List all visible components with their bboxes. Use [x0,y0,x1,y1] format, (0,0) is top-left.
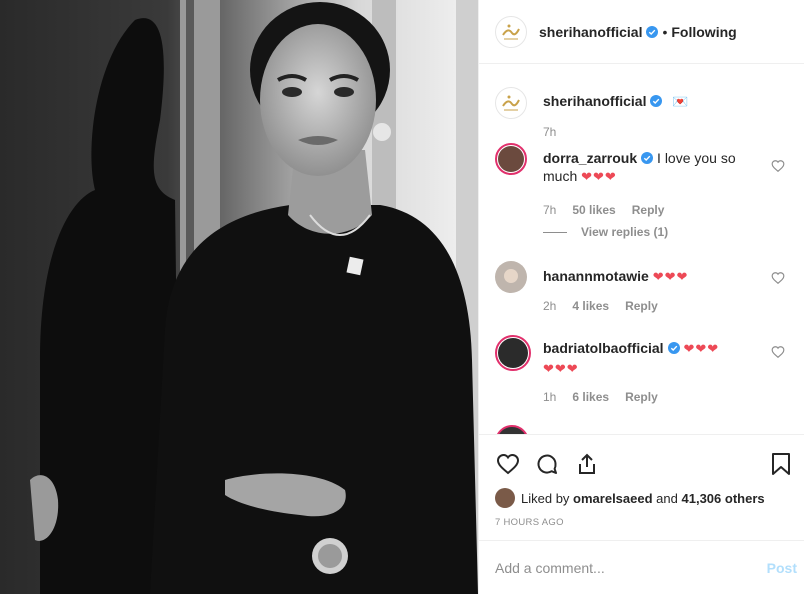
post-side-panel: sherihanofficial • Following sherihanoff… [478,0,804,594]
comment-text-cont: much [543,168,578,184]
avatar-photo [498,146,524,172]
comment-dorra: dorra_zarrouk I love you so much ❤❤❤ [495,143,743,187]
envelope-heart-emoji: 💌 [672,95,690,110]
commenter-avatar[interactable] [495,261,527,293]
comment-likes[interactable]: 4 likes [572,299,609,313]
comment-body: badriatolbaofficial ❤❤❤ ❤❤❤ [543,339,719,379]
view-replies-button[interactable]: View replies (1) [543,225,668,239]
like-comment-heart-icon[interactable] [771,271,785,285]
view-replies-label: View replies (1) [581,225,669,239]
post-image [0,0,478,594]
comment-time[interactable]: 2h [543,299,556,313]
liker-avatar[interactable] [495,488,515,508]
post-header: sherihanofficial • Following [479,0,804,64]
like-comment-heart-icon[interactable] [771,159,785,173]
comment-likes[interactable]: 50 likes [572,203,615,217]
liked-by-prefix: Liked by [521,490,570,506]
comment-body: dorra_zarrouk I love you so much ❤❤❤ [543,149,743,187]
comment-username[interactable]: badriatolbaofficial [543,340,664,356]
comment-time[interactable]: 7h [543,203,556,217]
like-comment-heart-icon[interactable] [771,345,785,359]
avatar-photo [495,488,515,508]
verified-badge-icon [646,25,659,38]
author-username[interactable]: sherihanofficial [539,24,642,40]
likes-summary: Liked by omarelsaeed and 41,306 others [495,488,765,508]
caption-body: sherihanofficial 💌 [543,93,690,119]
reply-button[interactable]: Reply [632,203,665,217]
comment-body: hanannmotawie ❤❤❤ [543,267,688,293]
caption-row: sherihanofficial 💌 [495,87,690,119]
share-icon[interactable] [575,452,599,476]
action-bar [495,450,791,480]
verified-badge-icon [650,95,663,107]
comment-input[interactable]: Add a comment... [495,560,767,576]
avatar-photo [498,338,528,368]
like-heart-icon[interactable] [495,452,521,476]
hearts-emoji: ❤❤❤ [581,170,617,185]
caption-avatar[interactable] [495,87,527,119]
following-button[interactable]: Following [671,24,736,40]
comment-bubble-icon[interactable] [535,452,559,476]
comment-meta: 7h 50 likes Reply [543,203,664,217]
commenter-avatar[interactable] [495,143,527,175]
caption-time[interactable]: 7h [543,125,556,139]
comment-text: I love you so [657,150,736,166]
author-avatar[interactable] [495,15,527,48]
instagram-post-modal: sherihanofficial • Following sherihanoff… [0,0,804,594]
comment-username[interactable]: dorra_zarrouk [543,150,637,166]
reply-button[interactable]: Reply [625,299,658,313]
sherihan-logo-icon [502,95,520,111]
commenter-avatar[interactable] [495,335,531,371]
commenter-avatar-partial[interactable] [495,425,529,434]
avatar-photo [504,269,518,283]
header-separator: • [662,23,668,40]
comment-meta: 2h 4 likes Reply [543,299,658,313]
verified-badge-icon [641,152,654,164]
comments-list[interactable]: sherihanofficial 💌 7h dorra_zarrouk I lo… [479,65,804,435]
comment-username[interactable]: hanannmotawie [543,268,649,284]
comment-hanan: hanannmotawie ❤❤❤ [495,261,688,293]
replies-divider [543,231,567,233]
sherihan-logo-icon [502,24,520,39]
liked-by-user[interactable]: omarelsaeed [573,491,653,506]
verified-badge-icon [667,342,680,354]
likes-count[interactable]: 41,306 others [682,491,765,506]
hearts-emoji: ❤❤❤ [683,342,720,357]
caption-username[interactable]: sherihanofficial [543,93,646,109]
comment-likes[interactable]: 6 likes [572,390,609,404]
comment-time[interactable]: 1h [543,390,556,404]
caption-meta: 7h [543,125,556,139]
save-bookmark-icon[interactable] [771,452,791,476]
reply-button[interactable]: Reply [625,390,658,404]
comment-badriatolba: badriatolbaofficial ❤❤❤ ❤❤❤ [495,335,719,379]
hearts-emoji: ❤❤❤ [652,270,689,285]
comment-meta: 1h 6 likes Reply [543,390,658,404]
post-timestamp[interactable]: 7 HOURS AGO [495,517,564,528]
add-comment-bar: Add a comment... Post [479,540,804,594]
hearts-emoji-cont: ❤❤❤ [543,362,579,377]
post-comment-button[interactable]: Post [767,560,797,576]
liked-by-and: and [656,490,678,506]
post-photo[interactable] [0,0,478,594]
